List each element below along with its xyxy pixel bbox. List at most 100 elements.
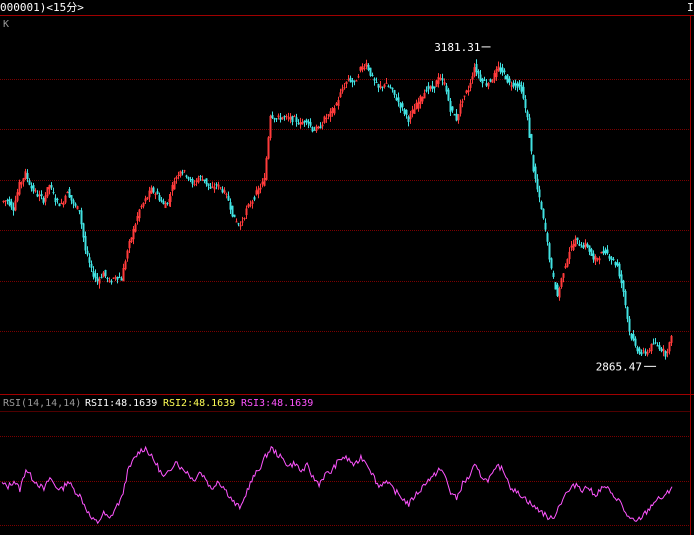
candle-up <box>333 108 336 114</box>
candle-up <box>289 116 292 120</box>
candle-down <box>516 83 519 88</box>
candle-up <box>584 242 587 248</box>
candle-up <box>572 243 575 251</box>
candle-down <box>273 118 276 120</box>
candle-up <box>421 97 424 102</box>
candle-down <box>373 78 376 81</box>
candle-up <box>64 195 67 203</box>
candle-down <box>205 178 208 185</box>
candle-up <box>44 195 47 202</box>
candle-up <box>329 111 332 118</box>
candle-down <box>578 244 581 246</box>
stock-chart: 000001)<15分> I K 3181.31 2865.47 RSI(14,… <box>0 0 694 535</box>
candle-up <box>281 117 284 120</box>
candle-down <box>162 201 165 205</box>
candle-down <box>229 202 232 210</box>
candle-up <box>415 102 418 110</box>
candle-down <box>156 191 159 195</box>
price-grid <box>0 79 690 332</box>
candle-down <box>94 273 97 279</box>
candle-down <box>6 200 9 202</box>
candle-up <box>409 113 412 120</box>
candle-up <box>435 80 438 87</box>
candle-up <box>148 190 151 198</box>
candle-down <box>536 178 539 190</box>
candle-up <box>173 180 176 190</box>
candle-down <box>367 65 370 70</box>
candle-down <box>283 116 286 118</box>
candle-up <box>359 66 362 71</box>
candle-down <box>445 85 448 92</box>
candle-up <box>327 114 330 116</box>
candle-down <box>50 185 53 188</box>
candle-up <box>562 273 565 278</box>
candle-up <box>495 69 498 78</box>
candle-down <box>215 184 218 186</box>
candle-up <box>179 171 182 176</box>
candle-up <box>315 126 318 131</box>
candle-up <box>263 177 266 186</box>
candle-down <box>96 277 99 282</box>
candle-down <box>8 198 11 206</box>
candle-up <box>355 80 358 82</box>
candle-up <box>670 335 673 343</box>
candle-down <box>483 79 486 81</box>
candle-up <box>128 241 131 249</box>
candle-up <box>134 224 137 232</box>
candle-up <box>24 171 27 179</box>
candle-up <box>570 245 573 248</box>
candle-up <box>345 81 348 85</box>
candle-down <box>518 82 521 87</box>
candle-up <box>337 100 340 107</box>
candle-up <box>132 228 135 240</box>
candle-down <box>620 274 623 284</box>
candle-up <box>331 107 334 113</box>
candle-up <box>594 256 597 262</box>
candle-up <box>473 67 476 77</box>
candle-down <box>233 214 236 218</box>
candle-down <box>592 253 595 260</box>
candle-down <box>636 347 639 352</box>
candle-down <box>401 103 404 107</box>
candle-up <box>38 194 41 197</box>
candle-down <box>68 189 71 198</box>
candle-down <box>26 173 29 179</box>
candle-up <box>423 93 426 99</box>
header-bar <box>0 0 694 15</box>
candle-down <box>447 89 450 101</box>
candle-up <box>241 221 244 223</box>
candle-down <box>586 244 589 247</box>
candle-up <box>138 209 141 219</box>
candle-down <box>524 99 527 109</box>
candle-up <box>261 181 264 185</box>
candle-up <box>299 121 302 125</box>
candle-down <box>187 177 190 180</box>
candle-up <box>144 198 147 202</box>
candle-down <box>397 97 400 103</box>
candle-down <box>548 243 551 260</box>
candle-down <box>626 306 629 319</box>
candle-up <box>175 177 178 179</box>
candle-up <box>467 90 470 92</box>
candle-down <box>237 223 240 225</box>
candle-down <box>275 118 278 120</box>
candle-down <box>431 85 434 90</box>
candle-down <box>181 172 184 174</box>
candle-up <box>560 278 563 287</box>
candle-down <box>110 280 113 283</box>
candle-up <box>566 259 569 267</box>
candle-down <box>80 210 83 225</box>
candle-up <box>339 92 342 98</box>
candle-down <box>630 333 633 339</box>
candle-up <box>321 124 324 127</box>
candle-down <box>530 134 533 152</box>
candle-down <box>116 276 119 280</box>
candle-down <box>658 345 661 350</box>
candle-up <box>211 186 214 188</box>
candle-down <box>12 207 15 211</box>
candle-up <box>265 158 268 180</box>
candle-down <box>84 236 87 251</box>
candle-up <box>363 67 366 69</box>
candle-up <box>195 180 198 182</box>
candle-up <box>22 178 25 182</box>
